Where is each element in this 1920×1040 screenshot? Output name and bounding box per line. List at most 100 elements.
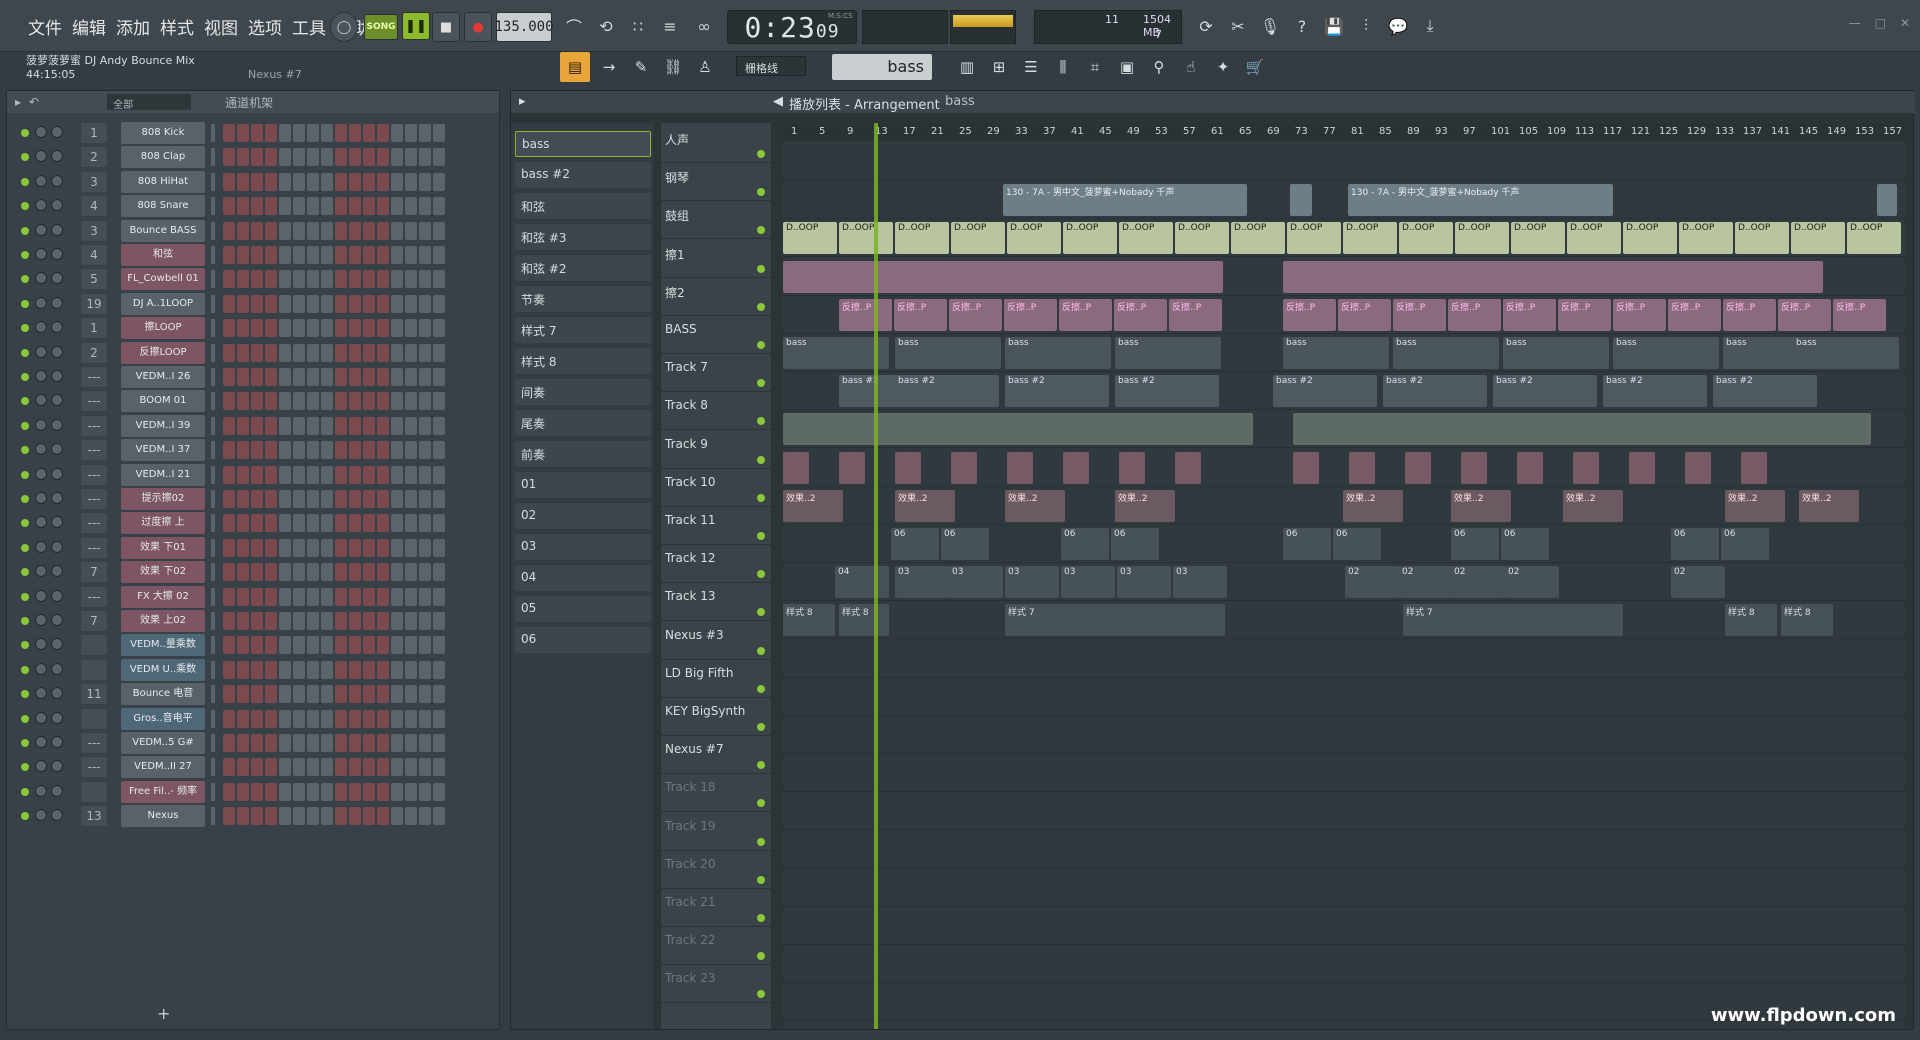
- step-button[interactable]: [321, 465, 333, 484]
- pattern-clip[interactable]: [783, 260, 1223, 293]
- step-sequencer[interactable]: [223, 538, 445, 557]
- step-button[interactable]: [335, 538, 347, 557]
- step-button[interactable]: [223, 636, 235, 655]
- channel-select-bar[interactable]: [211, 294, 215, 313]
- pattern-clip[interactable]: D..OOP: [1791, 222, 1845, 255]
- channel-row[interactable]: 3 Bounce BASS: [15, 219, 495, 243]
- download-icon[interactable]: ⤓: [1416, 12, 1444, 40]
- step-button[interactable]: [307, 538, 319, 557]
- channel-row[interactable]: Free Fil..- 频率: [15, 780, 495, 804]
- channel-led[interactable]: [21, 739, 29, 747]
- channel-name-button[interactable]: VEDM..I 26: [121, 366, 205, 388]
- pattern-item[interactable]: 样式 8: [515, 348, 651, 374]
- pattern-clip[interactable]: D..OOP: [1063, 222, 1117, 255]
- channel-name-button[interactable]: VEDM..I 37: [121, 439, 205, 462]
- step-button[interactable]: [433, 197, 445, 216]
- step-button[interactable]: [419, 294, 431, 313]
- pattern-item[interactable]: 03: [515, 534, 651, 560]
- step-button[interactable]: [237, 294, 249, 313]
- mixer-track-number[interactable]: 7: [81, 562, 107, 583]
- pattern-clip[interactable]: 样式 7: [1403, 604, 1623, 637]
- volume-knob[interactable]: [51, 736, 63, 748]
- pattern-clip[interactable]: [1119, 451, 1145, 484]
- step-button[interactable]: [321, 343, 333, 362]
- step-button[interactable]: [419, 587, 431, 606]
- step-button[interactable]: [321, 148, 333, 167]
- step-button[interactable]: [433, 343, 445, 362]
- step-button[interactable]: [321, 612, 333, 630]
- step-button[interactable]: [391, 197, 403, 216]
- volume-knob[interactable]: [51, 467, 63, 480]
- pattern-clip[interactable]: [1175, 451, 1201, 484]
- step-button[interactable]: [433, 148, 445, 167]
- browser-icon[interactable]: ☰: [1016, 52, 1046, 82]
- step-button[interactable]: [335, 563, 347, 582]
- step-button[interactable]: [237, 148, 249, 167]
- stamp-icon[interactable]: ♙: [690, 52, 720, 82]
- step-button[interactable]: [265, 612, 277, 630]
- pattern-item[interactable]: 节奏: [515, 286, 651, 312]
- step-button[interactable]: [335, 685, 347, 704]
- step-button[interactable]: [391, 441, 403, 460]
- step-button[interactable]: [265, 441, 277, 460]
- channel-name-button[interactable]: 和弦: [121, 244, 205, 266]
- channel-name-button[interactable]: FL_Cowbell 01: [121, 268, 205, 291]
- step-button[interactable]: [265, 685, 277, 704]
- menu-options[interactable]: 选项: [246, 14, 284, 39]
- channel-row[interactable]: 11 Bounce 电音: [15, 682, 495, 706]
- pattern-clip[interactable]: 反擦..P: [1169, 298, 1222, 331]
- step-button[interactable]: [279, 246, 291, 264]
- step-button[interactable]: [377, 490, 389, 508]
- step-button[interactable]: [349, 734, 361, 752]
- channel-select-bar[interactable]: [211, 685, 215, 704]
- brush-icon[interactable]: ✎: [626, 52, 656, 82]
- step-button[interactable]: [307, 246, 319, 264]
- step-button[interactable]: [307, 197, 319, 216]
- step-button[interactable]: [237, 685, 249, 704]
- channel-select-bar[interactable]: [211, 172, 215, 191]
- step-button[interactable]: [391, 758, 403, 777]
- channel-row[interactable]: 3 808 HiHat: [15, 170, 495, 194]
- step-button[interactable]: [293, 782, 305, 801]
- step-button[interactable]: [279, 221, 291, 240]
- channel-row[interactable]: VEDM U..乘数: [15, 658, 495, 682]
- step-button[interactable]: [237, 514, 249, 533]
- mixer-button-icon[interactable]: ⫼: [1048, 52, 1078, 82]
- step-sequencer[interactable]: [223, 709, 445, 728]
- pattern-clip[interactable]: 04: [835, 566, 889, 599]
- pattern-clip[interactable]: 03: [1173, 566, 1227, 599]
- pattern-item[interactable]: 样式 7: [515, 317, 651, 343]
- track-lane[interactable]: [783, 258, 1905, 296]
- step-button[interactable]: [377, 148, 389, 167]
- step-sequencer[interactable]: [223, 660, 445, 679]
- channel-row[interactable]: --- VEDM..I 21: [15, 463, 495, 487]
- step-button[interactable]: [279, 172, 291, 191]
- step-button[interactable]: [419, 416, 431, 435]
- track-header[interactable]: Track 9: [661, 431, 771, 469]
- step-button[interactable]: [419, 368, 431, 386]
- channel-led[interactable]: [21, 495, 29, 503]
- pattern-item[interactable]: 05: [515, 596, 651, 622]
- step-button[interactable]: [405, 294, 417, 313]
- step-sequencer[interactable]: [223, 392, 445, 411]
- channel-led[interactable]: [21, 763, 29, 772]
- step-button[interactable]: [419, 343, 431, 362]
- pan-knob[interactable]: [35, 589, 47, 602]
- step-button[interactable]: [363, 490, 375, 508]
- channel-row[interactable]: 19 DJ A..1LOOP: [15, 292, 495, 316]
- step-button[interactable]: [279, 368, 291, 386]
- pattern-clip[interactable]: bass #2: [1273, 375, 1377, 408]
- step-button[interactable]: [251, 709, 263, 728]
- step-button[interactable]: [391, 490, 403, 508]
- pattern-item[interactable]: 尾奏: [515, 410, 651, 436]
- step-button[interactable]: [307, 807, 319, 826]
- pattern-clip[interactable]: D..OOP: [1007, 222, 1061, 255]
- step-button[interactable]: [293, 319, 305, 338]
- channel-led[interactable]: [21, 690, 29, 699]
- step-button[interactable]: [377, 514, 389, 533]
- track-mute-led[interactable]: [757, 493, 765, 502]
- step-button[interactable]: [265, 197, 277, 216]
- pattern-clip[interactable]: [783, 451, 809, 484]
- link-icon[interactable]: ⛓: [658, 52, 688, 82]
- pan-knob[interactable]: [35, 418, 47, 431]
